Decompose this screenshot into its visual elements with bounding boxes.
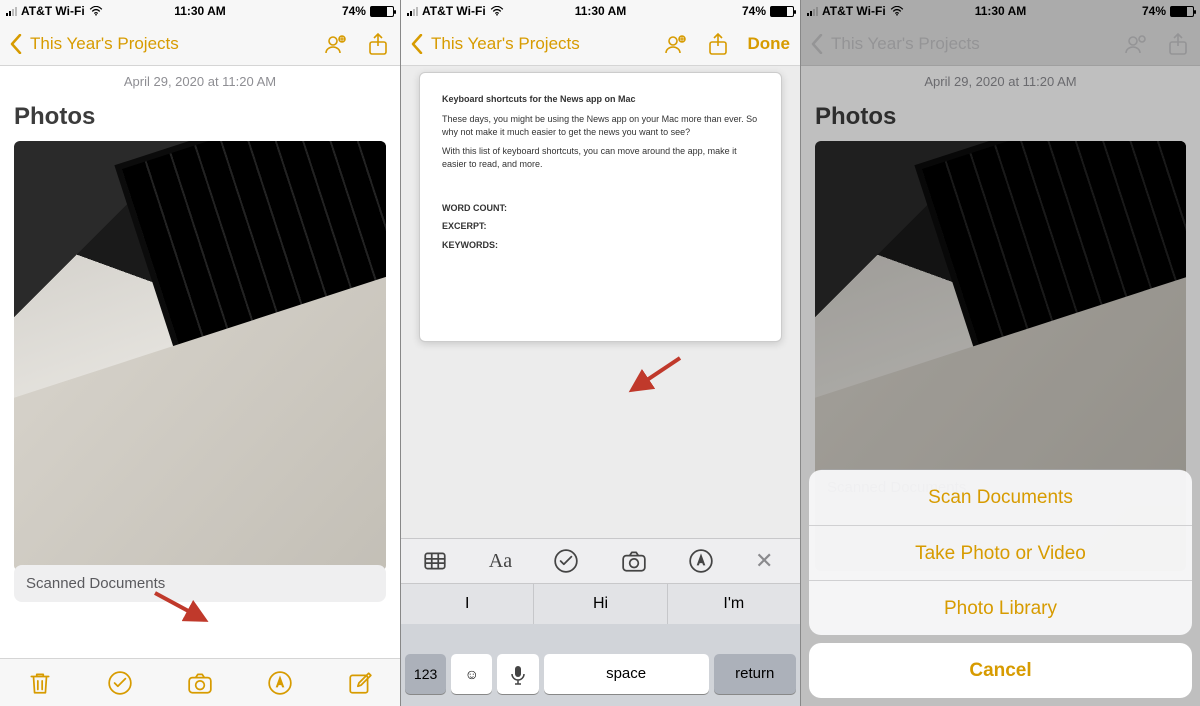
doc-p2: With this list of keyboard shortcuts, yo… (442, 145, 759, 172)
key-mic[interactable] (497, 654, 538, 694)
table-icon[interactable] (422, 548, 448, 574)
doc-wordcount: WORD COUNT: (442, 202, 759, 216)
key-return[interactable]: return (714, 654, 796, 694)
collaborate-icon[interactable] (664, 32, 688, 56)
format-bar: Aa ✕ (401, 538, 800, 584)
carrier-label: AT&T Wi-Fi (422, 4, 486, 18)
action-sheet-options: Scan Documents Take Photo or Video Photo… (809, 470, 1192, 635)
signal-icon (407, 6, 418, 16)
scanned-document-preview[interactable]: Keyboard shortcuts for the News app on M… (419, 72, 782, 342)
note-title[interactable]: Photos (14, 97, 386, 141)
camera-icon[interactable] (187, 670, 213, 696)
doc-keywords: KEYWORDS: (442, 239, 759, 253)
note-body[interactable]: April 29, 2020 at 11:20 AM Photos Scanne… (0, 66, 400, 658)
key-space[interactable]: space (544, 654, 709, 694)
photo-library-option[interactable]: Photo Library (809, 580, 1192, 635)
suggestion-3[interactable]: I'm (667, 584, 800, 624)
clock: 11:30 AM (135, 4, 264, 18)
nav-bar: This Year's Projects (0, 22, 400, 66)
share-icon[interactable] (366, 32, 390, 56)
carrier-label: AT&T Wi-Fi (21, 4, 85, 18)
note-body[interactable]: Keyboard shortcuts for the News app on M… (401, 66, 800, 706)
status-bar: AT&T Wi-Fi 11:30 AM 74% (401, 0, 800, 22)
note-timestamp: April 29, 2020 at 11:20 AM (14, 66, 386, 97)
screen-3-action-sheet: AT&T Wi-Fi 11:30 AM 74% This Year's Proj… (800, 0, 1200, 706)
doc-excerpt: EXCERPT: (442, 220, 759, 234)
suggestion-2[interactable]: Hi (533, 584, 666, 624)
nav-bar: This Year's Projects Done (401, 22, 800, 66)
battery-icon (770, 6, 794, 17)
quicktype-suggestions: I Hi I'm (401, 584, 800, 624)
suggestion-1[interactable]: I (401, 584, 533, 624)
embedded-photo[interactable] (14, 141, 386, 571)
status-bar: AT&T Wi-Fi 11:30 AM 74% (0, 0, 400, 22)
battery-pct: 74% (342, 4, 366, 18)
take-photo-option[interactable]: Take Photo or Video (809, 525, 1192, 580)
scan-documents-option[interactable]: Scan Documents (809, 470, 1192, 525)
doc-heading: Keyboard shortcuts for the News app on M… (442, 93, 759, 107)
signal-icon (6, 6, 17, 16)
checklist-icon[interactable] (553, 548, 579, 574)
doc-p1: These days, you might be using the News … (442, 113, 759, 140)
screen-1-note-toolbar: AT&T Wi-Fi 11:30 AM 74% This Year's Proj… (0, 0, 400, 706)
wifi-icon (490, 6, 504, 16)
collaborate-icon[interactable] (324, 32, 348, 56)
markup-icon[interactable] (688, 548, 714, 574)
scanned-documents-attachment[interactable]: Scanned Documents (14, 565, 386, 602)
clock: 11:30 AM (536, 4, 665, 18)
battery-pct: 74% (742, 4, 766, 18)
wifi-icon (89, 6, 103, 16)
compose-icon[interactable] (347, 670, 373, 696)
annotation-arrow (620, 356, 690, 396)
back-button[interactable]: This Year's Projects (431, 34, 656, 54)
key-123[interactable]: 123 (405, 654, 446, 694)
camera-action-sheet: Scan Documents Take Photo or Video Photo… (809, 470, 1192, 698)
key-emoji[interactable]: ☺ (451, 654, 492, 694)
share-icon[interactable] (706, 32, 730, 56)
done-button[interactable]: Done (748, 34, 791, 54)
kb-row-bottom: 123 ☺ space return (405, 654, 796, 694)
checklist-icon[interactable] (107, 670, 133, 696)
camera-icon[interactable] (621, 548, 647, 574)
text-format-icon[interactable]: Aa (489, 550, 512, 573)
back-chevron-icon[interactable] (411, 34, 423, 54)
keyboard: 123 ☺ space return (401, 624, 800, 706)
markup-icon[interactable] (267, 670, 293, 696)
battery-icon (370, 6, 394, 17)
back-chevron-icon[interactable] (10, 34, 22, 54)
trash-icon[interactable] (27, 670, 53, 696)
screen-2-keyboard-camera: AT&T Wi-Fi 11:30 AM 74% This Year's Proj… (400, 0, 800, 706)
bottom-toolbar (0, 658, 400, 706)
cancel-button[interactable]: Cancel (809, 643, 1192, 698)
back-button[interactable]: This Year's Projects (30, 34, 316, 54)
close-format-bar-icon[interactable]: ✕ (755, 548, 779, 574)
